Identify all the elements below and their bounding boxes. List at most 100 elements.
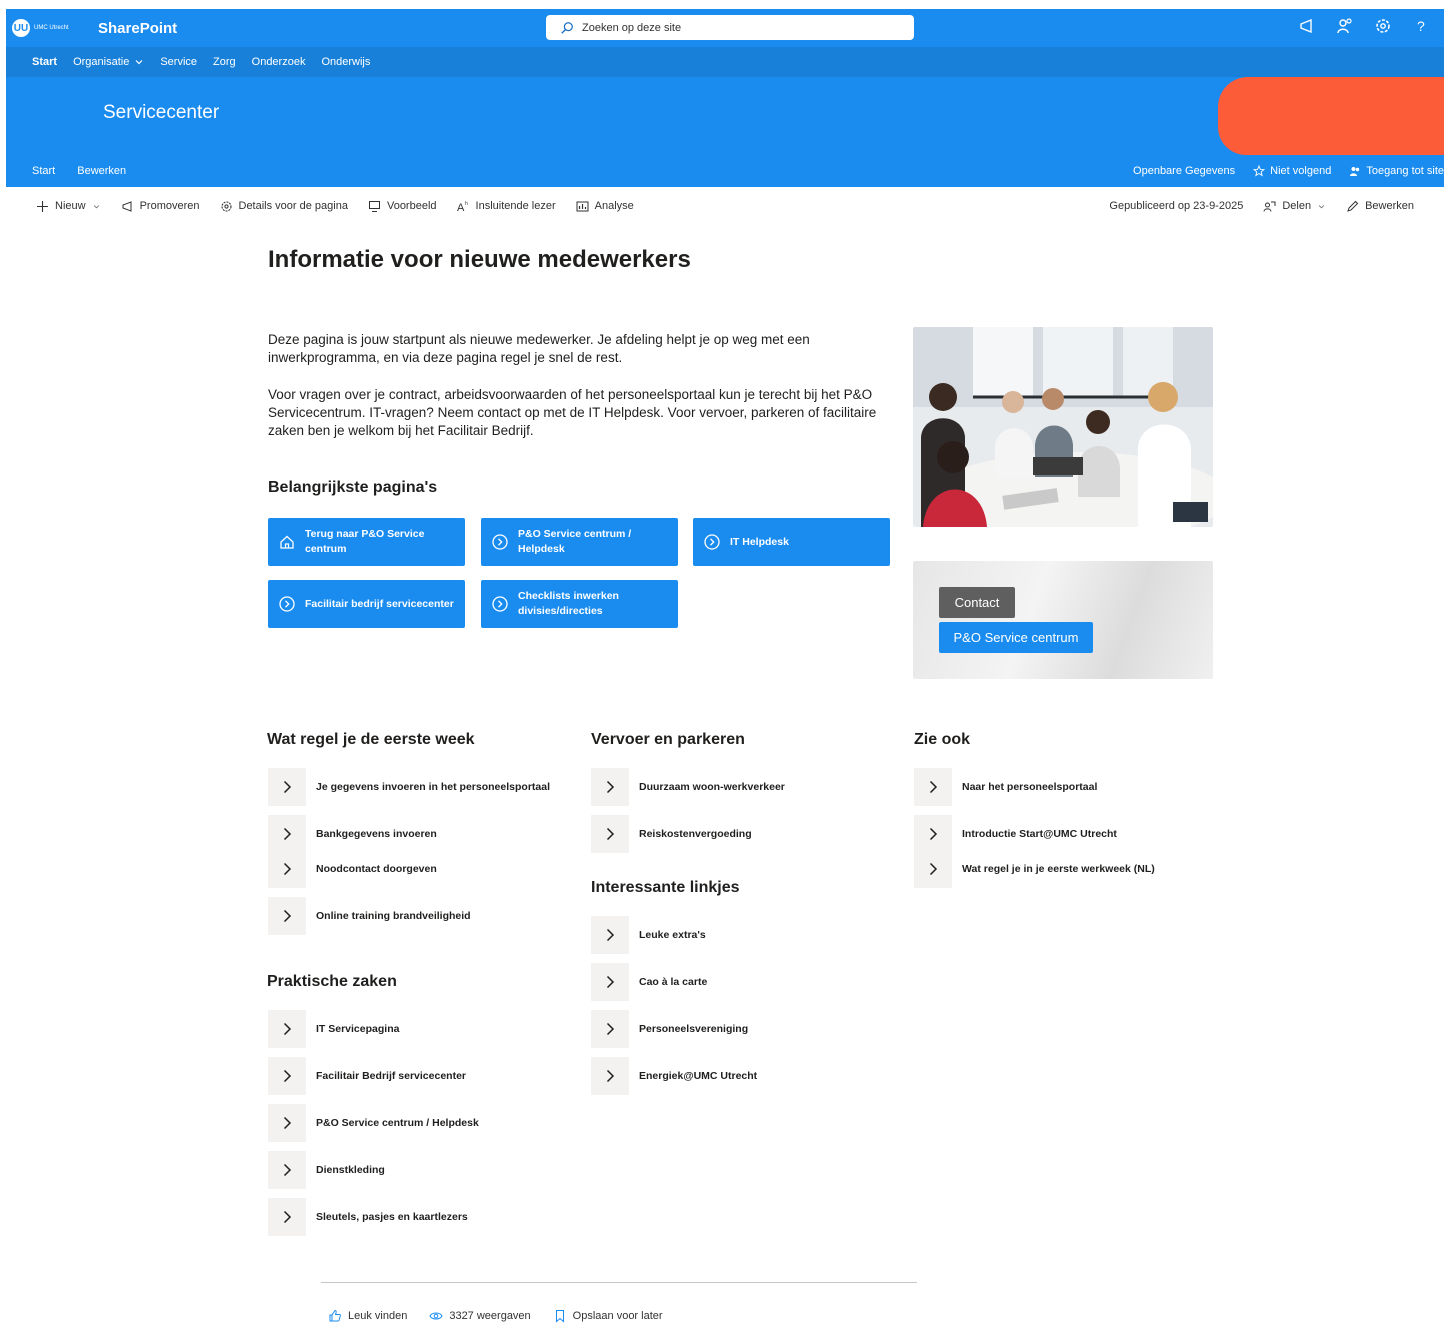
chevron-right-icon xyxy=(929,862,938,876)
site-navigation: Start Bewerken Openbare Gegevens Niet vo… xyxy=(6,155,1444,187)
chevron-right-icon xyxy=(606,928,615,942)
chevron-down-icon xyxy=(1318,204,1325,208)
link-item[interactable]: IT Servicepagina xyxy=(268,1010,399,1048)
logo-mark: UU xyxy=(12,19,30,37)
link-item[interactable]: Facilitair Bedrijf servicecenter xyxy=(268,1057,466,1095)
gear-icon xyxy=(220,200,232,212)
quicklink-it-helpdesk[interactable]: IT Helpdesk xyxy=(693,518,890,566)
hubnav-onderzoek[interactable]: Onderzoek xyxy=(252,56,306,68)
chevron-right-icon xyxy=(606,1069,615,1083)
people-icon xyxy=(1350,167,1360,176)
contact-button[interactable]: Contact xyxy=(939,587,1015,618)
chevron-right-icon xyxy=(929,780,938,794)
page-details-button[interactable]: Details voor de pagina xyxy=(220,200,348,213)
gear-icon[interactable] xyxy=(1374,17,1392,35)
chevron-down-icon xyxy=(135,60,143,65)
link-item[interactable]: Naar het personeelsportaal xyxy=(914,768,1097,806)
section-heading-praktisch: Praktische zaken xyxy=(267,973,397,990)
link-item[interactable]: Noodcontact doorgeven xyxy=(268,850,437,888)
link-item[interactable]: Cao à la carte xyxy=(591,963,707,1001)
svg-text:?: ? xyxy=(1417,18,1425,34)
chevron-right-icon xyxy=(283,1163,292,1177)
link-item[interactable]: Duurzaam woon-werkverkeer xyxy=(591,768,785,806)
hubnav-organisatie[interactable]: Organisatie xyxy=(73,56,144,68)
page-title: Informatie voor nieuwe medewerkers xyxy=(268,246,691,273)
help-icon[interactable]: ? xyxy=(1412,17,1430,35)
site-header: Servicecenter xyxy=(6,77,1444,155)
link-item[interactable]: Online training brandveiligheid xyxy=(268,897,471,935)
edit-button[interactable]: Bewerken xyxy=(1346,200,1414,213)
new-button[interactable]: Nieuw xyxy=(36,200,101,213)
pencil-icon xyxy=(1347,200,1359,212)
circle-chevron-icon xyxy=(704,534,720,550)
link-item[interactable]: Reiskostenvergoeding xyxy=(591,815,752,853)
link-item[interactable]: Bankgegevens invoeren xyxy=(268,815,437,853)
quicklink-po-helpdesk[interactable]: P&O Service centrum / Helpdesk xyxy=(481,518,678,566)
view-count: 3327 weergaven xyxy=(429,1309,531,1323)
immersive-reader-icon: Ah xyxy=(457,201,468,213)
app-name[interactable]: SharePoint xyxy=(98,20,177,37)
star-icon xyxy=(1253,165,1266,177)
immersive-reader-button[interactable]: Ah Insluitende lezer xyxy=(457,200,556,213)
site-title[interactable]: Servicecenter xyxy=(103,102,219,124)
section-heading-interessant: Interessante linkjes xyxy=(591,879,740,896)
logo-text: UMC Utrecht xyxy=(34,25,69,31)
quicklink-facilitair[interactable]: Facilitair bedrijf servicecenter xyxy=(268,580,465,628)
link-item[interactable]: Dienstkleding xyxy=(268,1151,385,1189)
megaphone-icon[interactable] xyxy=(1298,17,1316,35)
hub-navigation: Start Organisatie Service Zorg Onderzoek… xyxy=(6,47,1444,77)
header-accent-shape xyxy=(1218,77,1444,155)
chevron-right-icon xyxy=(283,862,292,876)
chevron-right-icon xyxy=(606,827,615,841)
page-footer: Leuk vinden 3327 weergaven Opslaan voor … xyxy=(328,1309,663,1323)
share-icon xyxy=(1263,201,1276,212)
eye-icon xyxy=(429,1312,443,1320)
people-icon[interactable] xyxy=(1336,17,1354,35)
link-item[interactable]: P&O Service centrum / Helpdesk xyxy=(268,1104,479,1142)
chevron-right-icon xyxy=(283,909,292,923)
footer-divider xyxy=(321,1282,917,1283)
preview-button[interactable]: Voorbeeld xyxy=(368,200,437,213)
po-service-button[interactable]: P&O Service centrum xyxy=(939,622,1093,653)
link-item[interactable]: Personeelsvereniging xyxy=(591,1010,748,1048)
site-access-button[interactable]: Toegang tot site xyxy=(1349,165,1444,177)
chevron-right-icon xyxy=(606,975,615,989)
link-item[interactable]: Sleutels, pasjes en kaartlezers xyxy=(268,1198,468,1236)
hubnav-start[interactable]: Start xyxy=(32,56,57,68)
share-button[interactable]: Delen xyxy=(1263,200,1326,213)
analytics-button[interactable]: Analyse xyxy=(576,200,634,213)
megaphone-icon xyxy=(122,200,132,212)
promote-button[interactable]: Promoveren xyxy=(121,200,200,213)
link-item[interactable]: Wat regel je in je eerste werkweek (NL) xyxy=(914,850,1155,888)
circle-chevron-icon xyxy=(279,596,295,612)
quicklink-checklists[interactable]: Checklists inwerken divisies/directies xyxy=(481,580,678,628)
circle-chevron-icon xyxy=(492,596,508,612)
save-for-later-button[interactable]: Opslaan voor later xyxy=(553,1309,663,1323)
link-item[interactable]: Introductie Start@UMC Utrecht xyxy=(914,815,1117,853)
follow-button[interactable]: Niet volgend xyxy=(1253,165,1331,177)
analytics-icon xyxy=(576,201,589,211)
hubnav-onderwijs[interactable]: Onderwijs xyxy=(321,56,370,68)
chevron-down-icon xyxy=(93,204,99,208)
chevron-right-icon xyxy=(283,1210,292,1224)
preview-icon xyxy=(368,200,380,212)
sitenav-bewerken[interactable]: Bewerken xyxy=(77,165,126,177)
public-data-link[interactable]: Openbare Gegevens xyxy=(1133,165,1235,177)
link-item[interactable]: Je gegevens invoeren in het personeelspo… xyxy=(268,768,550,806)
umc-logo[interactable]: UU UMC Utrecht xyxy=(12,19,74,37)
quicklink-po-back[interactable]: Terug naar P&O Service centrum xyxy=(268,518,465,566)
hubnav-service[interactable]: Service xyxy=(160,56,197,68)
chevron-right-icon xyxy=(283,827,292,841)
bookmark-icon xyxy=(555,1310,564,1323)
hubnav-zorg[interactable]: Zorg xyxy=(213,56,236,68)
published-status: Gepubliceerd op 23-9-2025 xyxy=(1109,200,1244,212)
link-item[interactable]: Leuke extra's xyxy=(591,916,706,954)
circle-chevron-icon xyxy=(492,534,508,550)
like-button[interactable]: Leuk vinden xyxy=(328,1309,407,1323)
intro-paragraph: Voor vragen over je contract, arbeidsvoo… xyxy=(268,387,877,438)
chevron-right-icon xyxy=(606,1022,615,1036)
chevron-right-icon xyxy=(929,827,938,841)
sitenav-start[interactable]: Start xyxy=(32,165,55,177)
link-item[interactable]: Energiek@UMC Utrecht xyxy=(591,1057,757,1095)
search-box[interactable]: Zoeken op deze site xyxy=(546,15,914,40)
